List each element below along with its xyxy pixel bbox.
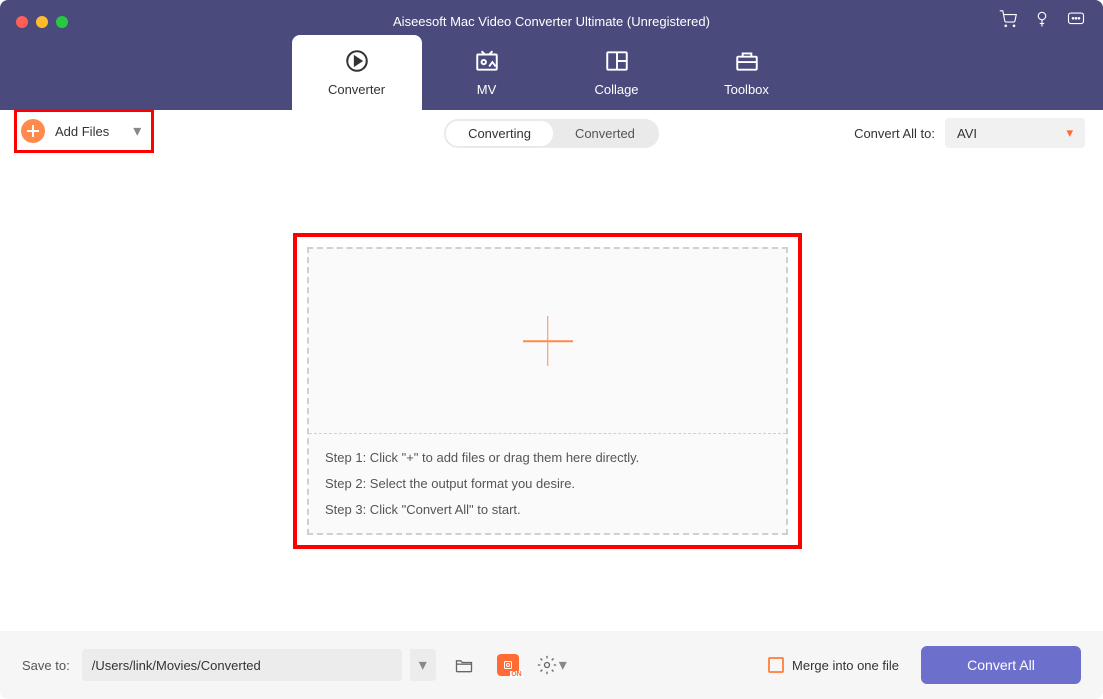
convert-all-to-label: Convert All to: [854,126,935,141]
save-path-value: /Users/link/Movies/Converted [92,658,261,673]
main-area: Step 1: Click "+" to add files or drag t… [10,156,1093,631]
tab-toolbox[interactable]: Toolbox [682,35,812,110]
dropzone-highlight: Step 1: Click "+" to add files or drag t… [293,233,802,549]
gpu-on-icon [497,654,519,676]
save-path-field[interactable]: /Users/link/Movies/Converted [82,649,402,681]
plus-icon [21,119,45,143]
chevron-down-icon: ▾ [559,655,567,675]
open-folder-button[interactable] [448,649,480,681]
plus-icon [523,316,573,366]
feedback-icon[interactable] [1067,10,1085,28]
merge-label: Merge into one file [792,658,899,673]
tab-collage[interactable]: Collage [552,35,682,110]
step-2: Step 2: Select the output format you des… [325,476,770,491]
add-files-dropzone-button[interactable] [309,249,786,433]
format-select[interactable]: AVI ▾ [945,118,1085,148]
add-files-label: Add Files [55,124,109,139]
checkbox-icon [768,657,784,673]
step-1: Step 1: Click "+" to add files or drag t… [325,450,770,465]
settings-button[interactable]: ▾ [536,649,568,681]
chevron-down-icon: ▾ [1066,125,1073,141]
toolbar: Add Files ▾ Converting Converted Convert… [0,110,1103,156]
key-icon[interactable] [1033,10,1051,28]
tab-toolbox-label: Toolbox [724,82,769,97]
tab-mv[interactable]: MV [422,35,552,110]
header-icons [999,10,1085,28]
cart-icon[interactable] [999,10,1017,28]
tab-mv-label: MV [477,82,497,97]
header-bar: Aiseesoft Mac Video Converter Ultimate (… [0,0,1103,110]
nav-tabs: Converter MV Collage Toolbox [292,35,812,110]
app-title: Aiseesoft Mac Video Converter Ultimate (… [0,14,1103,29]
format-select-value: AVI [957,126,977,141]
convert-all-button[interactable]: Convert All [921,646,1081,684]
chevron-down-icon[interactable]: ▾ [133,121,141,141]
gear-icon [537,655,557,675]
segment-control: Converting Converted [444,119,659,148]
segment-converting[interactable]: Converting [446,121,553,146]
step-3: Step 3: Click "Convert All" to start. [325,502,770,517]
save-to-label: Save to: [22,658,70,673]
segment-converted[interactable]: Converted [553,121,657,146]
tab-converter[interactable]: Converter [292,35,422,110]
instruction-steps: Step 1: Click "+" to add files or drag t… [309,433,786,533]
dropzone[interactable]: Step 1: Click "+" to add files or drag t… [307,247,788,535]
add-files-button[interactable]: Add Files ▾ [21,119,141,143]
gpu-acceleration-button[interactable] [492,649,524,681]
tab-collage-label: Collage [594,82,638,97]
folder-icon [454,655,474,675]
merge-checkbox[interactable]: Merge into one file [768,657,899,673]
save-path-dropdown-button[interactable]: ▾ [410,649,436,681]
footer-bar: Save to: /Users/link/Movies/Converted ▾ … [0,631,1103,699]
add-files-highlight: Add Files ▾ [14,109,154,153]
tab-converter-label: Converter [328,82,385,97]
convert-to-wrap: Convert All to: AVI ▾ [854,118,1085,148]
